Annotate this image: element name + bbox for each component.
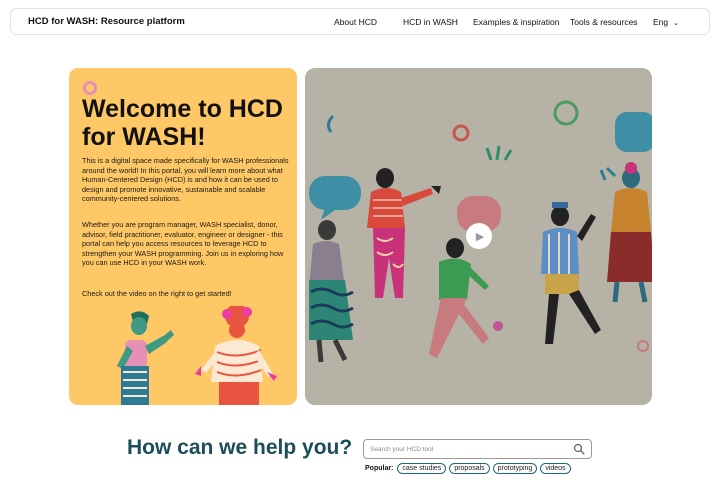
search-icon[interactable] (573, 443, 585, 455)
intro-video[interactable]: ▶ (305, 68, 652, 405)
search-box (363, 439, 592, 459)
nav-item-hcd-in-wash[interactable]: HCD in WASH (403, 17, 458, 27)
chip-videos[interactable]: videos (540, 463, 571, 474)
video-cta-paragraph: Check out the video on the right to get … (82, 289, 232, 298)
audience-paragraph: Whether you are program manager, WASH sp… (82, 220, 284, 268)
search-input[interactable] (370, 443, 565, 456)
chip-prototyping[interactable]: prototyping (492, 463, 538, 474)
page-title: Welcome to HCD for WASH! (82, 95, 283, 151)
play-button[interactable]: ▶ (466, 223, 492, 249)
popular-tags: Popular: case studies proposals prototyp… (365, 463, 574, 474)
chevron-down-icon: ⌄ (673, 20, 679, 27)
language-select[interactable]: Eng ⌄ (653, 17, 679, 27)
intro-paragraph: This is a digital space made specificall… (82, 156, 289, 204)
decorative-ring (83, 81, 97, 95)
nav-item-tools-resources[interactable]: Tools & resources (570, 17, 638, 27)
help-heading: How can we help you? (127, 436, 353, 459)
nav-item-about-hcd[interactable]: About HCD (334, 17, 377, 27)
top-navbar: HCD for WASH: Resource platform About HC… (10, 8, 710, 35)
chip-proposals[interactable]: proposals (449, 463, 490, 474)
site-brand[interactable]: HCD for WASH: Resource platform (28, 16, 185, 27)
welcome-panel: Welcome to HCD for WASH! This is a digit… (69, 68, 297, 405)
nav-item-examples[interactable]: Examples & inspiration (473, 17, 559, 27)
play-icon: ▶ (475, 230, 485, 243)
chip-case-studies[interactable]: case studies (397, 463, 447, 474)
language-label: Eng (653, 17, 669, 27)
popular-label: Popular: (365, 465, 394, 472)
people-illustration (117, 306, 277, 405)
